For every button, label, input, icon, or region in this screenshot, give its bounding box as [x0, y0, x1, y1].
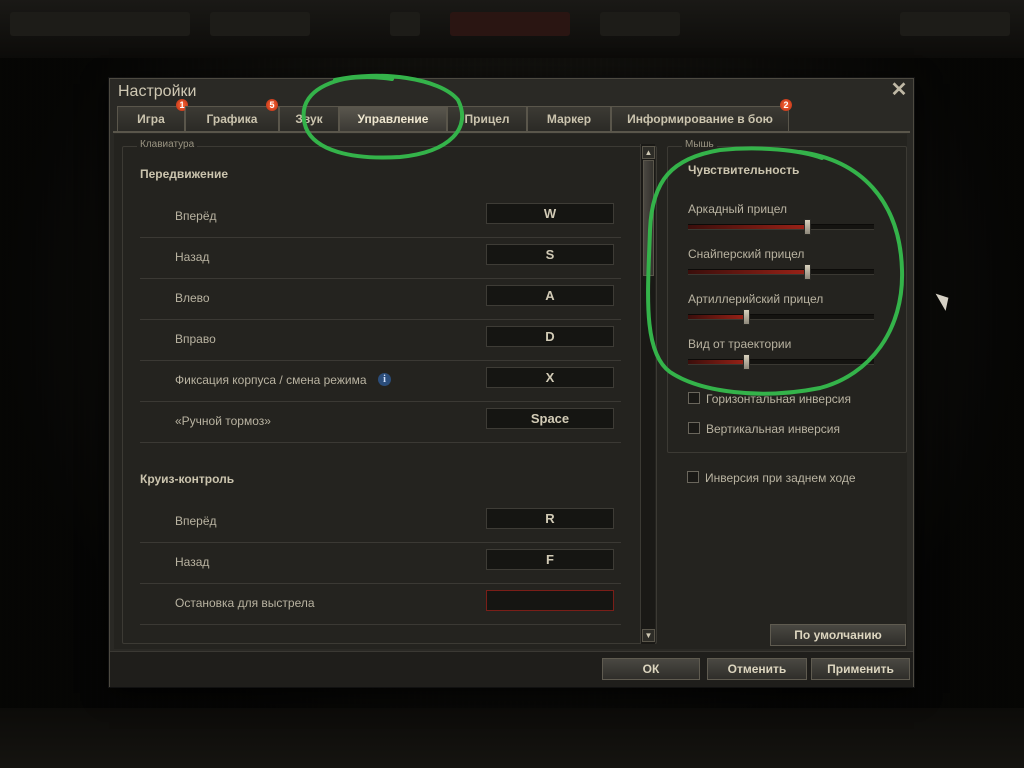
- tab-controls[interactable]: Управление: [339, 106, 447, 131]
- keybind-row[interactable]: Вперёд W: [140, 197, 621, 238]
- scroll-thumb[interactable]: [643, 160, 654, 276]
- keybind-label: Остановка для выстрела: [175, 596, 315, 610]
- tab-bar: Игра 1 Графика 5 Звук Управление Прицел …: [113, 99, 910, 132]
- close-icon[interactable]: ✕: [890, 80, 908, 100]
- checkbox-label: Инверсия при заднем ходе: [705, 471, 856, 485]
- tab-game[interactable]: Игра 1: [117, 99, 188, 131]
- key-field[interactable]: [486, 590, 614, 611]
- sensitivity-title: Чувствительность: [688, 163, 800, 177]
- slider-label: Вид от траектории: [688, 337, 792, 351]
- cancel-button[interactable]: Отменить: [707, 658, 807, 680]
- keybind-label: Вправо: [175, 332, 216, 346]
- apply-button[interactable]: Применить: [811, 658, 910, 680]
- title-bar: Настройки ✕: [110, 79, 913, 107]
- tab-content: Клавиатура Передвижение Вперёд W Назад S…: [114, 134, 907, 649]
- movement-section-title: Передвижение: [140, 167, 228, 181]
- keybind-row[interactable]: Назад F: [140, 543, 621, 584]
- tab-label: Игра: [137, 112, 165, 126]
- key-field[interactable]: X: [486, 367, 614, 388]
- tab-graphics[interactable]: Графика 5: [185, 99, 279, 131]
- default-button[interactable]: По умолчанию: [770, 624, 906, 646]
- slider-handle[interactable]: [743, 309, 750, 325]
- keybind-label: Фиксация корпуса / смена режима: [175, 373, 367, 387]
- game-top-bar: [0, 0, 1024, 58]
- keyboard-legend: Клавиатура: [137, 139, 198, 150]
- slider-fill: [688, 360, 746, 364]
- slider-label: Аркадный прицел: [688, 202, 788, 216]
- slider-handle[interactable]: [804, 264, 811, 280]
- keybind-row[interactable]: Остановка для выстрела: [140, 584, 621, 625]
- bottom-bar: ОК Отменить Применить: [110, 651, 913, 687]
- scroll-up-icon[interactable]: ▲: [642, 146, 655, 159]
- settings-window: Настройки ✕ Игра 1 Графика 5 Звук Управл…: [109, 78, 914, 687]
- keybind-row[interactable]: Фиксация корпуса / смена режима i X: [140, 361, 621, 402]
- keybind-row[interactable]: Назад S: [140, 238, 621, 279]
- keybind-row[interactable]: Влево A: [140, 279, 621, 320]
- slider-fill: [688, 225, 807, 229]
- key-field[interactable]: W: [486, 203, 614, 224]
- tab-battle-info[interactable]: Информирование в бою 2: [611, 99, 792, 131]
- tab-label: Маркер: [546, 112, 592, 126]
- tab-sight[interactable]: Прицел: [447, 106, 527, 131]
- slider-handle[interactable]: [804, 219, 811, 235]
- checkbox-label: Горизонтальная инверсия: [706, 392, 851, 406]
- ok-button[interactable]: ОК: [602, 658, 700, 680]
- tab-label: Управление: [357, 112, 429, 126]
- tab-label: Прицел: [464, 112, 510, 126]
- keybind-label: Назад: [175, 555, 210, 569]
- horizontal-inversion-checkbox[interactable]: Горизонтальная инверсия: [688, 392, 851, 406]
- key-field[interactable]: A: [486, 285, 614, 306]
- arcade-sensitivity-slider[interactable]: [688, 219, 874, 235]
- scroll-down-icon[interactable]: ▼: [642, 629, 655, 642]
- slider-fill: [688, 315, 746, 319]
- reverse-inversion-checkbox[interactable]: Инверсия при заднем ходе: [687, 471, 856, 485]
- checkbox-box[interactable]: [688, 422, 700, 434]
- mouse-group: Мышь Чувствительность Аркадный прицел Сн…: [667, 139, 907, 453]
- keybind-label: «Ручной тормоз»: [175, 414, 271, 428]
- tab-label: Информирование в бою: [627, 112, 773, 126]
- slider-label: Снайперский прицел: [688, 247, 805, 261]
- slider-handle[interactable]: [743, 354, 750, 370]
- checkbox-box[interactable]: [688, 392, 700, 404]
- tab-sound[interactable]: Звук: [279, 106, 339, 131]
- window-title: Настройки: [118, 83, 197, 100]
- notification-badge: 5: [266, 99, 278, 111]
- keybind-label: Влево: [175, 291, 210, 305]
- keybind-row[interactable]: Вперёд R: [140, 502, 621, 543]
- slider-fill: [688, 270, 807, 274]
- keybind-row[interactable]: «Ручной тормоз» Space: [140, 402, 621, 443]
- tab-label: Звук: [295, 112, 323, 126]
- key-field[interactable]: F: [486, 549, 614, 570]
- artillery-sensitivity-slider[interactable]: [688, 309, 874, 325]
- keybind-label: Вперёд: [175, 514, 217, 528]
- checkbox-label: Вертикальная инверсия: [706, 422, 840, 436]
- vertical-inversion-checkbox[interactable]: Вертикальная инверсия: [688, 422, 840, 436]
- notification-badge: 2: [780, 99, 792, 111]
- game-bottom-bar: [0, 708, 1024, 768]
- keybind-label: Вперёд: [175, 209, 217, 223]
- scrollbar[interactable]: ▲ ▼: [640, 144, 655, 644]
- sniper-sensitivity-slider[interactable]: [688, 264, 874, 280]
- trajectory-sensitivity-slider[interactable]: [688, 354, 874, 370]
- tab-label: Графика: [206, 112, 258, 126]
- info-icon[interactable]: i: [378, 373, 391, 386]
- key-field[interactable]: D: [486, 326, 614, 347]
- key-field[interactable]: R: [486, 508, 614, 529]
- mouse-legend: Мышь: [682, 139, 717, 150]
- cruise-section-title: Круиз-контроль: [140, 472, 235, 486]
- key-field[interactable]: S: [486, 244, 614, 265]
- tab-marker[interactable]: Маркер: [527, 106, 611, 131]
- keybind-label: Назад: [175, 250, 210, 264]
- keybind-row[interactable]: Вправо D: [140, 320, 621, 361]
- key-field[interactable]: Space: [486, 408, 614, 429]
- slider-label: Артиллерийский прицел: [688, 292, 824, 306]
- tab-divider: [113, 131, 910, 133]
- checkbox-box[interactable]: [687, 471, 699, 483]
